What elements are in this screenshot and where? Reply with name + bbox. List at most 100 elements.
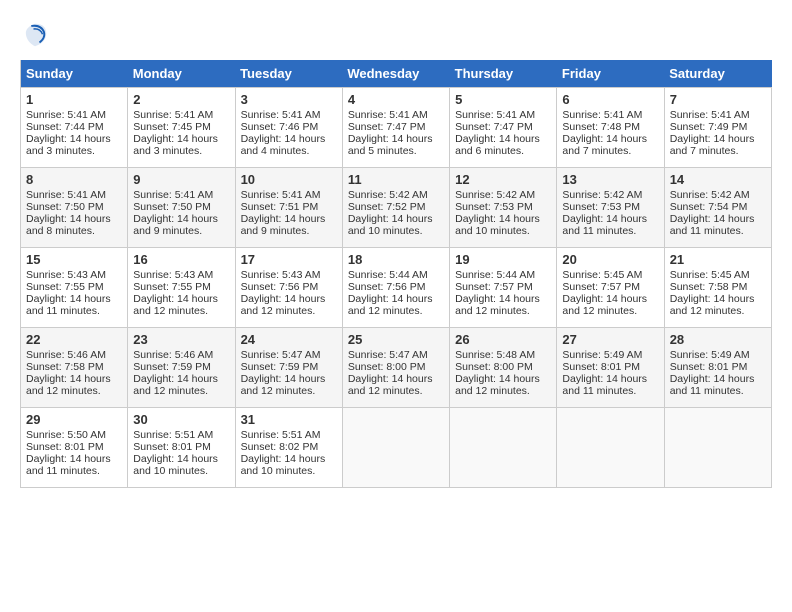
sunset-text: Sunset: 7:51 PM [241,201,319,213]
day-cell-19: 19 Sunrise: 5:44 AM Sunset: 7:57 PM Dayl… [450,248,557,328]
sunset-text: Sunset: 7:49 PM [670,121,748,133]
sunrise-text: Sunrise: 5:41 AM [562,109,642,121]
daylight-text: Daylight: 14 hours [670,133,755,145]
sunrise-text: Sunrise: 5:44 AM [455,269,535,281]
daylight-extra: and 12 minutes. [241,305,316,317]
day-cell-9: 9 Sunrise: 5:41 AM Sunset: 7:50 PM Dayli… [128,168,235,248]
day-number: 26 [455,332,551,347]
day-number: 22 [26,332,122,347]
daylight-extra: and 10 minutes. [455,225,530,237]
day-number: 19 [455,252,551,267]
sunrise-text: Sunrise: 5:51 AM [133,429,213,441]
calendar-week-4: 22 Sunrise: 5:46 AM Sunset: 7:58 PM Dayl… [21,328,772,408]
sunset-text: Sunset: 7:54 PM [670,201,748,213]
sunrise-text: Sunrise: 5:49 AM [562,349,642,361]
daylight-text: Daylight: 14 hours [241,373,326,385]
daylight-extra: and 12 minutes. [133,305,208,317]
sunset-text: Sunset: 8:00 PM [455,361,533,373]
sunrise-text: Sunrise: 5:42 AM [348,189,428,201]
daylight-extra: and 8 minutes. [26,225,95,237]
daylight-extra: and 5 minutes. [348,145,417,157]
daylight-extra: and 12 minutes. [670,305,745,317]
header-wednesday: Wednesday [342,60,449,88]
sunrise-text: Sunrise: 5:49 AM [670,349,750,361]
day-cell-15: 15 Sunrise: 5:43 AM Sunset: 7:55 PM Dayl… [21,248,128,328]
daylight-text: Daylight: 14 hours [455,213,540,225]
day-cell-7: 7 Sunrise: 5:41 AM Sunset: 7:49 PM Dayli… [664,88,771,168]
daylight-extra: and 9 minutes. [241,225,310,237]
sunset-text: Sunset: 8:00 PM [348,361,426,373]
day-cell-25: 25 Sunrise: 5:47 AM Sunset: 8:00 PM Dayl… [342,328,449,408]
sunset-text: Sunset: 7:56 PM [348,281,426,293]
sunset-text: Sunset: 7:44 PM [26,121,104,133]
sunset-text: Sunset: 7:47 PM [455,121,533,133]
sunrise-text: Sunrise: 5:41 AM [670,109,750,121]
daylight-text: Daylight: 14 hours [133,213,218,225]
sunset-text: Sunset: 7:50 PM [26,201,104,213]
sunset-text: Sunset: 7:55 PM [26,281,104,293]
sunrise-text: Sunrise: 5:41 AM [26,109,106,121]
sunset-text: Sunset: 8:01 PM [26,441,104,453]
daylight-extra: and 12 minutes. [348,305,423,317]
day-number: 25 [348,332,444,347]
daylight-extra: and 10 minutes. [241,465,316,477]
daylight-text: Daylight: 14 hours [241,133,326,145]
daylight-text: Daylight: 14 hours [348,373,433,385]
header-monday: Monday [128,60,235,88]
sunset-text: Sunset: 7:58 PM [670,281,748,293]
daylight-text: Daylight: 14 hours [241,213,326,225]
empty-cell [664,408,771,488]
sunset-text: Sunset: 7:47 PM [348,121,426,133]
day-cell-16: 16 Sunrise: 5:43 AM Sunset: 7:55 PM Dayl… [128,248,235,328]
sunset-text: Sunset: 8:01 PM [133,441,211,453]
day-cell-28: 28 Sunrise: 5:49 AM Sunset: 8:01 PM Dayl… [664,328,771,408]
day-cell-13: 13 Sunrise: 5:42 AM Sunset: 7:53 PM Dayl… [557,168,664,248]
daylight-text: Daylight: 14 hours [133,373,218,385]
day-cell-5: 5 Sunrise: 5:41 AM Sunset: 7:47 PM Dayli… [450,88,557,168]
weekday-header-row: Sunday Monday Tuesday Wednesday Thursday… [21,60,772,88]
day-number: 12 [455,172,551,187]
sunset-text: Sunset: 7:55 PM [133,281,211,293]
day-cell-12: 12 Sunrise: 5:42 AM Sunset: 7:53 PM Dayl… [450,168,557,248]
sunset-text: Sunset: 7:58 PM [26,361,104,373]
sunrise-text: Sunrise: 5:46 AM [26,349,106,361]
sunset-text: Sunset: 7:45 PM [133,121,211,133]
sunset-text: Sunset: 7:57 PM [562,281,640,293]
daylight-extra: and 9 minutes. [133,225,202,237]
sunrise-text: Sunrise: 5:43 AM [26,269,106,281]
daylight-extra: and 11 minutes. [26,465,100,477]
header-friday: Friday [557,60,664,88]
daylight-extra: and 11 minutes. [670,225,744,237]
day-cell-8: 8 Sunrise: 5:41 AM Sunset: 7:50 PM Dayli… [21,168,128,248]
sunset-text: Sunset: 7:50 PM [133,201,211,213]
day-number: 8 [26,172,122,187]
sunrise-text: Sunrise: 5:42 AM [670,189,750,201]
calendar-week-1: 1 Sunrise: 5:41 AM Sunset: 7:44 PM Dayli… [21,88,772,168]
sunset-text: Sunset: 7:52 PM [348,201,426,213]
sunrise-text: Sunrise: 5:45 AM [670,269,750,281]
day-number: 11 [348,172,444,187]
day-cell-21: 21 Sunrise: 5:45 AM Sunset: 7:58 PM Dayl… [664,248,771,328]
day-cell-26: 26 Sunrise: 5:48 AM Sunset: 8:00 PM Dayl… [450,328,557,408]
daylight-extra: and 11 minutes. [562,225,636,237]
calendar-week-2: 8 Sunrise: 5:41 AM Sunset: 7:50 PM Dayli… [21,168,772,248]
day-cell-18: 18 Sunrise: 5:44 AM Sunset: 7:56 PM Dayl… [342,248,449,328]
day-cell-6: 6 Sunrise: 5:41 AM Sunset: 7:48 PM Dayli… [557,88,664,168]
day-cell-4: 4 Sunrise: 5:41 AM Sunset: 7:47 PM Dayli… [342,88,449,168]
daylight-text: Daylight: 14 hours [26,213,111,225]
day-number: 28 [670,332,766,347]
daylight-extra: and 12 minutes. [562,305,637,317]
sunset-text: Sunset: 7:59 PM [133,361,211,373]
day-cell-22: 22 Sunrise: 5:46 AM Sunset: 7:58 PM Dayl… [21,328,128,408]
sunrise-text: Sunrise: 5:45 AM [562,269,642,281]
daylight-text: Daylight: 14 hours [348,293,433,305]
day-number: 5 [455,92,551,107]
daylight-extra: and 12 minutes. [455,305,530,317]
daylight-extra: and 11 minutes. [26,305,100,317]
daylight-text: Daylight: 14 hours [348,133,433,145]
daylight-extra: and 12 minutes. [241,385,316,397]
daylight-text: Daylight: 14 hours [26,373,111,385]
day-number: 14 [670,172,766,187]
sunrise-text: Sunrise: 5:41 AM [348,109,428,121]
day-number: 27 [562,332,658,347]
